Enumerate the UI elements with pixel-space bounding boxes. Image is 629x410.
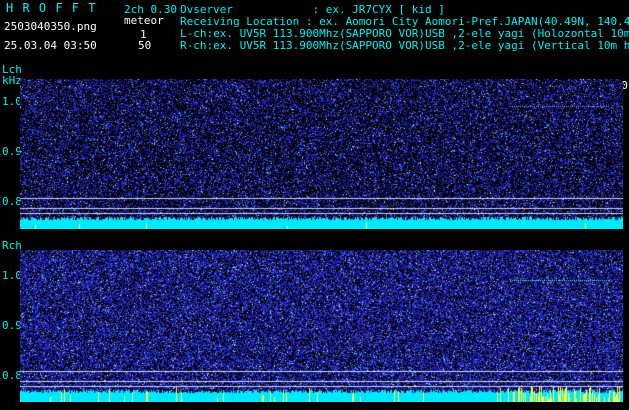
lch-ytick: 1.0 [2, 95, 22, 108]
rch-ytick: 0.8 [2, 369, 22, 382]
lch-ytick: 0.9 [2, 145, 22, 158]
rch-spectrogram [20, 250, 623, 402]
filename-label: 2503040350.png [4, 20, 97, 33]
rch-info-line: R-ch:ex. UV5R 113.900Mhz(SAPPORO VOR)USB… [180, 39, 629, 52]
lch-ytick: 0.8 [2, 195, 22, 208]
lch-spectrogram [20, 79, 623, 229]
datetime-label: 25.03.04 03:50 [4, 39, 97, 52]
rch-ytick: 1.0 [2, 269, 22, 282]
meteor-label: meteor [124, 14, 164, 27]
rch-count: 50 [138, 39, 152, 52]
lch-unit: kHz [2, 74, 22, 87]
spectrogram-window: H R O F F T 2503040350.png 25.03.04 03:5… [0, 0, 629, 410]
rch-ytick: 0.9 [2, 319, 22, 332]
rch-label: Rch [2, 239, 22, 252]
app-title: H R O F F T [6, 1, 97, 15]
